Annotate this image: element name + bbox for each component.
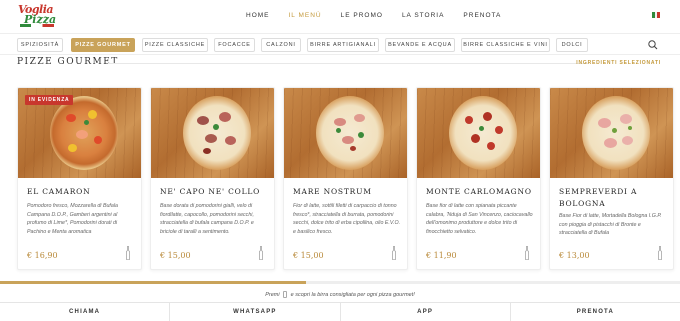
pizza-photo: [284, 88, 407, 178]
category-birre-classiche-vini[interactable]: BIRRE CLASSICHE E VINI: [461, 38, 550, 52]
pizza-price: € 15,00: [160, 251, 191, 260]
pizza-price: € 16,90: [27, 251, 58, 260]
whatsapp-button[interactable]: WHATSAPP: [170, 303, 341, 321]
pizza-photo: [417, 88, 540, 178]
pizza-card-sempreverdi-a-bologna[interactable]: SEMPREVERDI A BOLOGNA Base Fior di latte…: [549, 87, 674, 270]
pizza-name: NE' CAPO NE' COLLO: [160, 187, 261, 196]
pizza-photo: [151, 88, 274, 178]
section-subtitle: INGREDIENTI SELEZIONATI: [576, 60, 661, 66]
pizza-description: Base fior di latte con spianata piccante…: [426, 203, 533, 235]
main-nav: HOME IL MENÙ LE PROMO LA STORIA PRENOTA: [246, 12, 520, 19]
bottom-action-bar: CHIAMA WHATSAPP APP PRENOTA: [0, 302, 680, 321]
beer-bottle-icon[interactable]: [392, 246, 396, 260]
pizza-name: EL CAMARON: [27, 187, 91, 196]
category-bar: SPIZIOSITÀ PIZZE GOURMET PIZZE CLASSICHE…: [0, 33, 680, 55]
featured-badge: IN EVIDENZA: [25, 95, 74, 105]
nav-menu[interactable]: IL MENÙ: [289, 12, 322, 19]
beer-bottle-icon[interactable]: [525, 246, 529, 260]
category-spiziosita[interactable]: SPIZIOSITÀ: [17, 38, 63, 52]
call-button[interactable]: CHIAMA: [0, 303, 171, 321]
pizza-name: MONTE CARLOMAGNO: [426, 187, 532, 196]
logo-tricolor-stripe: [20, 24, 54, 27]
pizza-description: Pomodoro fresco, Mozzarella di Bufala Ca…: [27, 203, 118, 235]
beer-bottle-icon[interactable]: [259, 246, 263, 260]
pizza-price: € 15,00: [293, 251, 324, 260]
italian-flag-icon[interactable]: [652, 12, 661, 18]
pizza-price: € 13,00: [559, 251, 590, 260]
pizza-price: € 11,90: [426, 251, 457, 260]
pizza-name: SEMPREVERDI A BOLOGNA: [559, 187, 638, 208]
beer-bottle-icon[interactable]: [658, 246, 662, 260]
category-pizze-classiche[interactable]: PIZZE CLASSICHE: [142, 38, 208, 52]
pizza-card-el-camaron[interactable]: IN EVIDENZA EL CAMARON Pomodoro fresco, …: [17, 87, 142, 270]
category-birre-artigianali[interactable]: BIRRE ARTIGIANALI: [307, 38, 379, 52]
section-title: PIZZE GOURMET: [17, 57, 119, 67]
app-button[interactable]: APP: [341, 303, 511, 321]
pizza-name: MARE NOSTRUM: [293, 187, 372, 196]
pizza-photo: IN EVIDENZA: [18, 88, 141, 178]
pizza-description: Fior di latte, sottili filetti di carpac…: [293, 203, 401, 235]
pizza-description: Base Fior di latte, Mortadella Bologna I…: [559, 213, 662, 237]
category-dolci[interactable]: DOLCI: [556, 38, 588, 52]
beer-bottle-icon: [283, 291, 288, 298]
hint-text-after: e scopri la birra consigliata per ogni p…: [290, 291, 415, 298]
category-pizze-gourmet[interactable]: PIZZE GOURMET: [71, 38, 135, 52]
pizza-card-ne-capo-ne-collo[interactable]: NE' CAPO NE' COLLO Base dorata di pomodo…: [150, 87, 275, 270]
scrollbar-thumb[interactable]: [0, 281, 306, 284]
nav-storia[interactable]: LA STORIA: [402, 12, 444, 19]
category-calzoni[interactable]: CALZONI: [261, 38, 301, 52]
site-header: Voglia Pizza HOME IL MENÙ LE PROMO LA ST…: [0, 0, 680, 33]
nav-home[interactable]: HOME: [246, 12, 270, 19]
pizza-photo: [550, 88, 673, 178]
horizontal-scrollbar[interactable]: [0, 281, 680, 284]
category-bevande-acqua[interactable]: BEVANDE E ACQUA: [385, 38, 455, 52]
beer-bottle-icon[interactable]: [126, 246, 130, 260]
category-focacce[interactable]: FOCACCE: [214, 38, 255, 52]
hint-text-before: Premi: [265, 291, 280, 298]
search-icon[interactable]: [647, 39, 659, 51]
pizza-card-monte-carlomagno[interactable]: MONTE CARLOMAGNO Base fior di latte con …: [416, 87, 541, 270]
beer-hint: Premi e scopri la birra consigliata per …: [0, 291, 680, 298]
book-button[interactable]: PRENOTA: [511, 303, 680, 321]
nav-prenota[interactable]: PRENOTA: [463, 12, 501, 19]
nav-promo[interactable]: LE PROMO: [341, 12, 383, 19]
pizza-card-mare-nostrum[interactable]: MARE NOSTRUM Fior di latte, sottili file…: [283, 87, 408, 270]
section-divider: [108, 63, 588, 64]
pizza-description: Base dorata di pomodorini gialli, velo d…: [160, 203, 254, 235]
brand-logo[interactable]: Voglia Pizza: [14, 3, 58, 29]
